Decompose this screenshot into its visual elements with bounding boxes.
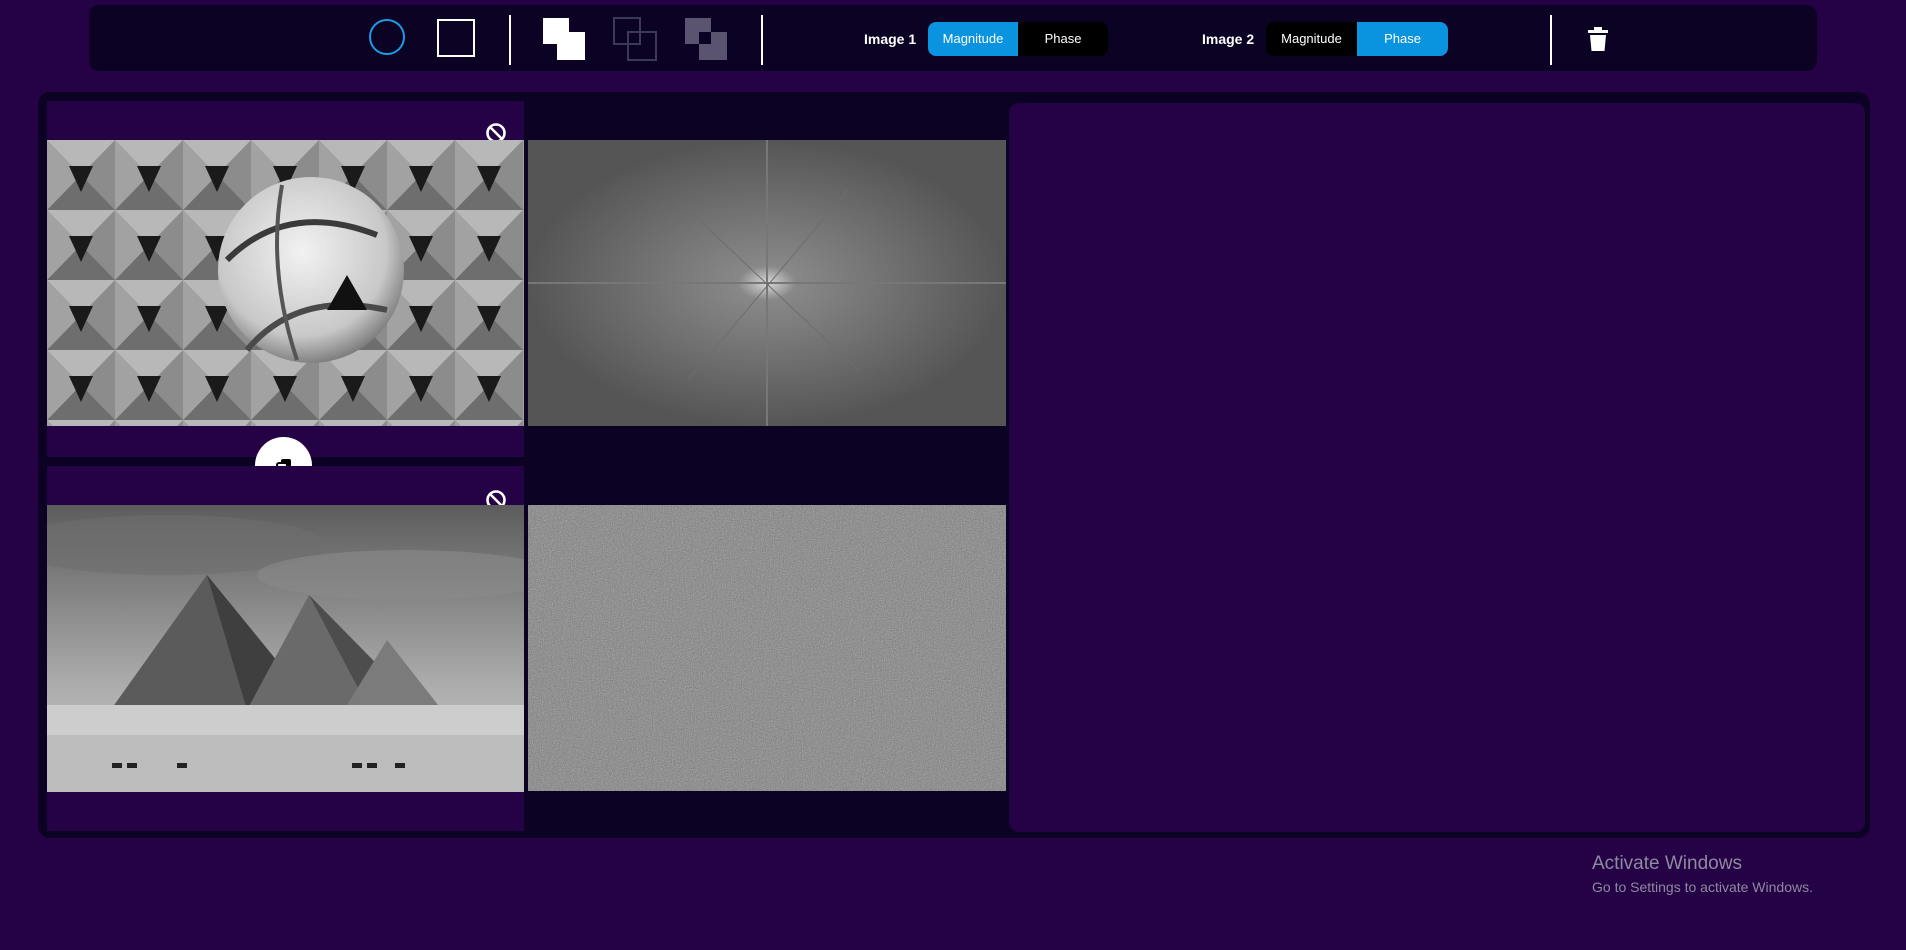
windows-activation-watermark: Activate Windows Go to Settings to activ… <box>1592 853 1813 895</box>
workspace <box>38 92 1870 838</box>
rectangle-region-icon[interactable] <box>437 19 475 57</box>
image2-phase-button[interactable]: Phase <box>1357 22 1448 56</box>
toolbar-divider <box>1550 15 1552 65</box>
trash-icon[interactable] <box>1588 27 1608 51</box>
watermark-subtitle: Go to Settings to activate Windows. <box>1592 879 1813 895</box>
toolbar-divider <box>509 15 511 65</box>
magnitude-spectrum-image <box>528 140 1006 426</box>
image1-label: Image 1 <box>864 31 917 47</box>
image1-panel <box>47 101 524 457</box>
inner-region-icon[interactable] <box>541 16 587 62</box>
toolbar-divider <box>761 15 763 65</box>
image1-magnitude-view[interactable] <box>528 140 1006 426</box>
output-panel[interactable] <box>1009 103 1865 832</box>
toolbar: Image 1 Magnitude Phase Image 2 Magnitud… <box>89 5 1817 71</box>
image2-magnitude-button[interactable]: Magnitude <box>1266 22 1357 56</box>
soccer-ball-image <box>47 140 524 426</box>
image2-label: Image 2 <box>1202 31 1255 47</box>
watermark-title: Activate Windows <box>1592 853 1742 874</box>
outer-region-icon[interactable] <box>612 16 658 62</box>
image1-view[interactable] <box>47 140 524 426</box>
image2-component-toggle: Magnitude Phase <box>1266 22 1448 56</box>
image2-view[interactable] <box>47 505 524 792</box>
overlap-region-icon[interactable] <box>683 16 729 62</box>
image1-component-toggle: Magnitude Phase <box>928 22 1108 56</box>
pyramids-image <box>47 505 524 792</box>
image1-magnitude-button[interactable]: Magnitude <box>928 22 1018 56</box>
image1-phase-button[interactable]: Phase <box>1018 22 1108 56</box>
circle-region-icon[interactable] <box>369 19 405 55</box>
image2-phase-view[interactable] <box>528 505 1006 791</box>
phase-spectrum-image <box>528 505 1006 791</box>
image2-panel <box>47 466 524 831</box>
